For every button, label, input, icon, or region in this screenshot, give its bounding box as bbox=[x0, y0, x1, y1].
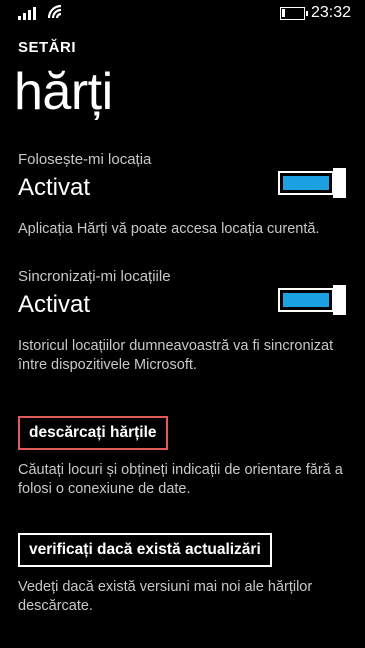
location-setting-description: Aplicația Hărți vă poate accesa locația … bbox=[18, 221, 320, 237]
download-maps-button[interactable]: descărcați hărțile bbox=[18, 416, 168, 450]
battery-level-fill bbox=[282, 9, 285, 17]
sync-setting-label: Sincronizați-mi locațiile bbox=[18, 268, 171, 285]
toggle-fill bbox=[283, 176, 329, 190]
toggle-knob bbox=[333, 168, 346, 198]
toggle-knob bbox=[333, 285, 346, 315]
status-bar: 23:32 bbox=[0, 0, 365, 28]
wifi-icon bbox=[47, 4, 65, 20]
signal-strength-icon bbox=[18, 5, 42, 20]
location-setting-state: Activat bbox=[18, 174, 91, 201]
check-updates-description: Vedeți dacă există versiuni mai noi ale … bbox=[18, 579, 313, 614]
toggle-track bbox=[278, 171, 334, 195]
toggle-track bbox=[278, 288, 334, 312]
sync-setting-description: Istoricul locațiilor dumneavoastră va fi… bbox=[18, 338, 334, 373]
location-toggle[interactable] bbox=[278, 168, 348, 198]
sync-toggle[interactable] bbox=[278, 285, 348, 315]
toggle-fill bbox=[283, 293, 329, 307]
location-setting-label: Folosește-mi locația bbox=[18, 151, 152, 168]
download-maps-description: Căutați locuri și obțineți indicații de … bbox=[18, 462, 343, 497]
sync-setting-state: Activat bbox=[18, 291, 91, 318]
check-updates-button[interactable]: verificați dacă există actualizări bbox=[18, 533, 272, 567]
page-title: hărți bbox=[14, 63, 113, 121]
app-title: SETĂRI bbox=[18, 39, 77, 56]
status-time: 23:32 bbox=[311, 4, 352, 21]
battery-icon bbox=[280, 7, 308, 20]
